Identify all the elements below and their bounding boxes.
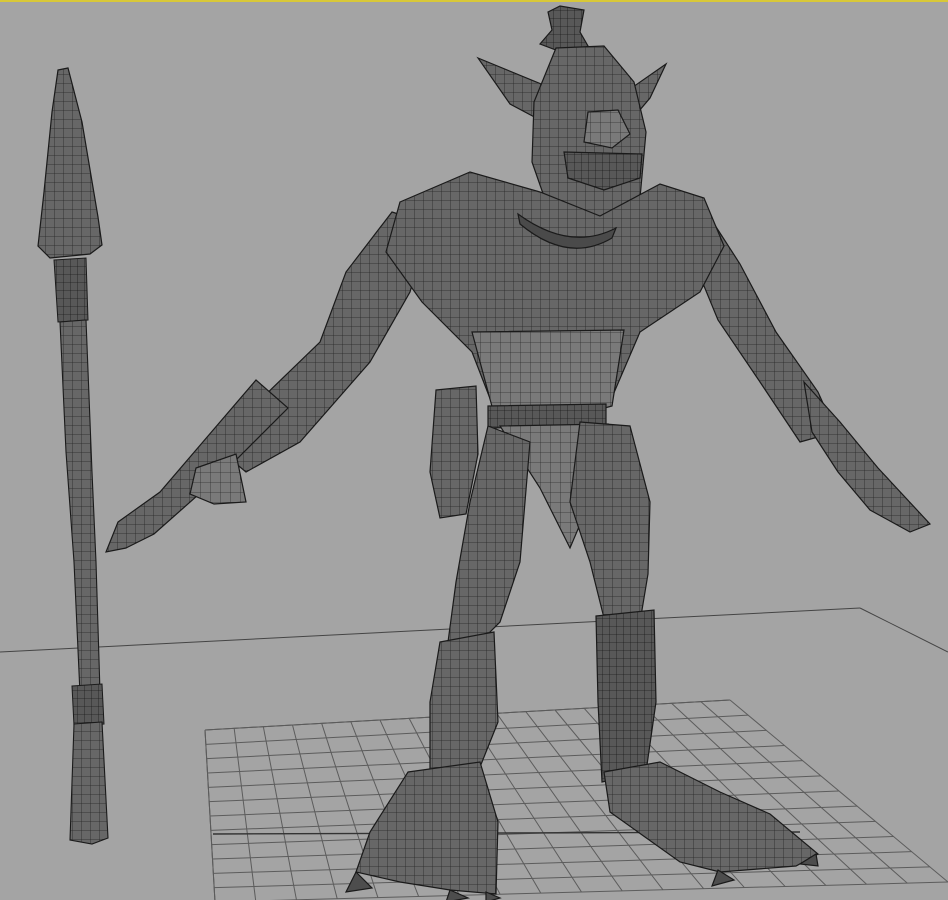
orc-mesh[interactable] [105,5,932,900]
grid-line [204,729,216,900]
scene-canvas[interactable] [0,2,948,900]
spear-shaft [59,319,101,695]
spear-binding-bottom [71,683,105,727]
grid-edge-line [859,607,948,653]
spear-mesh[interactable] [37,67,109,845]
orc-forearm-left [105,379,289,553]
grid-lines-horizontal [204,699,948,900]
orc-forearm-right [803,380,932,533]
perspective-viewport[interactable] [0,0,948,900]
orc-leg-right [569,421,651,627]
grid-horizon-line [0,607,861,653]
spear-head [37,67,103,259]
spear-binding-top [53,257,89,323]
orc-foot-left [355,761,499,895]
orc-boot-right [595,609,657,783]
spear-butt [69,721,109,845]
